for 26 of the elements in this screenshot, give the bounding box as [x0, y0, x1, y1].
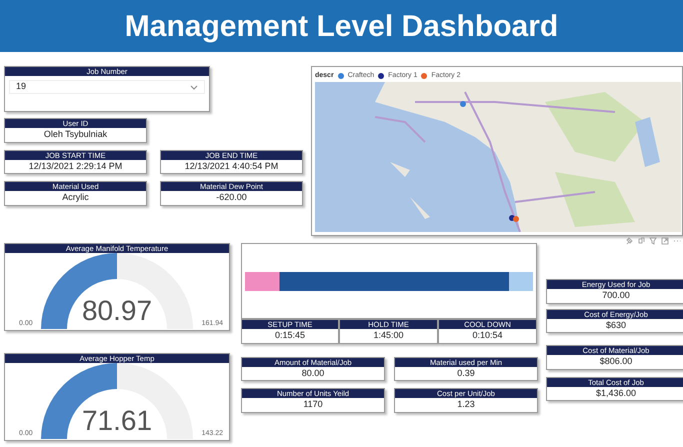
gauge-value: 71.61: [82, 407, 152, 435]
kpi-value: 700.00: [602, 289, 630, 302]
dropdown-value: 19: [16, 80, 26, 94]
kpi-value: Oleh Tsybulniak: [44, 128, 108, 141]
chevron-down-icon: [190, 84, 198, 90]
kpi-value: 80.00: [302, 366, 324, 380]
kpi-value: Acrylic: [62, 191, 89, 204]
copy-icon[interactable]: [637, 237, 645, 245]
kpi-value: $630: [606, 318, 626, 332]
kpi-value: 1:45:00: [373, 329, 404, 342]
kpi-value: $806.00: [600, 355, 632, 368]
kpi-value: $1,436.00: [596, 386, 636, 400]
kpi-value: 0.39: [457, 366, 475, 380]
gauge-value: 80.97: [82, 297, 152, 325]
kpi-value: 0:15:45: [274, 329, 306, 342]
dashboard-title: Management Level Dashboard: [124, 8, 558, 44]
filter-icon[interactable]: [649, 237, 657, 245]
kpi-value: 12/13/2021 4:40:54 PM: [184, 160, 278, 172]
kpi-value: 12/13/2021 2:29:14 PM: [28, 160, 122, 172]
kpi-value: -620.00: [216, 191, 247, 204]
kpi-value: 1.23: [457, 398, 475, 411]
expand-icon[interactable]: [661, 237, 669, 245]
kpi-value: 0:10:54: [472, 329, 503, 342]
job-number-dropdown[interactable]: 19: [9, 80, 205, 94]
pin-icon[interactable]: [625, 237, 633, 245]
kpi-value: 1170: [303, 398, 323, 411]
